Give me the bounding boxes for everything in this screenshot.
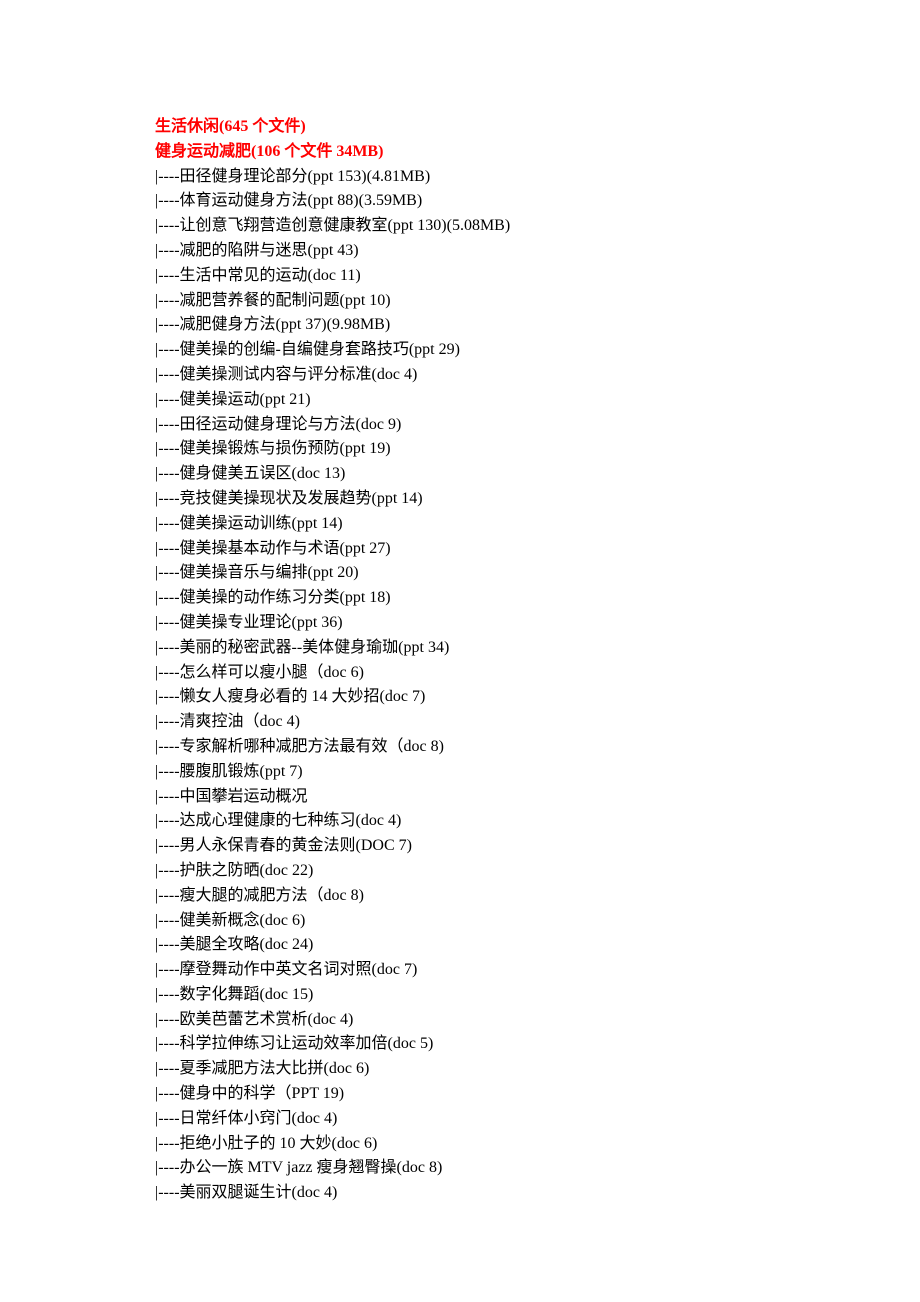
subcategory-heading: 健身运动减肥(106 个文件 34MB) (155, 140, 920, 165)
file-list-item: |----健美操的动作练习分类(ppt 18) (155, 586, 920, 611)
file-list-item: |----瘦大腿的减肥方法（doc 8) (155, 884, 920, 909)
file-list-item: |----美腿全攻略(doc 24) (155, 933, 920, 958)
file-list-item: |----腰腹肌锻炼(ppt 7) (155, 760, 920, 785)
file-list-item: |----男人永保青春的黄金法则(DOC 7) (155, 834, 920, 859)
file-list: |----田径健身理论部分(ppt 153)(4.81MB)|----体育运动健… (155, 165, 920, 1206)
file-list-item: |----健美新概念(doc 6) (155, 909, 920, 934)
file-list-item: |----摩登舞动作中英文名词对照(doc 7) (155, 958, 920, 983)
document-page: 生活休闲(645 个文件) 健身运动减肥(106 个文件 34MB) |----… (0, 0, 920, 1302)
file-list-item: |----日常纤体小窍门(doc 4) (155, 1107, 920, 1132)
file-list-item: |----数字化舞蹈(doc 15) (155, 983, 920, 1008)
file-list-item: |----健身中的科学（PPT 19) (155, 1082, 920, 1107)
file-list-item: |----让创意飞翔营造创意健康教室(ppt 130)(5.08MB) (155, 214, 920, 239)
file-list-item: |----清爽控油（doc 4) (155, 710, 920, 735)
file-list-item: |----科学拉伸练习让运动效率加倍(doc 5) (155, 1032, 920, 1057)
file-list-item: |----健美操的创编-自编健身套路技巧(ppt 29) (155, 338, 920, 363)
file-list-item: |----体育运动健身方法(ppt 88)(3.59MB) (155, 189, 920, 214)
file-list-item: |----怎么样可以瘦小腿（doc 6) (155, 661, 920, 686)
file-list-item: |----美丽双腿诞生计(doc 4) (155, 1181, 920, 1206)
file-list-item: |----健美操基本动作与术语(ppt 27) (155, 537, 920, 562)
file-list-item: |----健美操音乐与编排(ppt 20) (155, 561, 920, 586)
file-list-item: |----健身健美五误区(doc 13) (155, 462, 920, 487)
file-list-item: |----健美操运动(ppt 21) (155, 388, 920, 413)
file-list-item: |----生活中常见的运动(doc 11) (155, 264, 920, 289)
file-list-item: |----竞技健美操现状及发展趋势(ppt 14) (155, 487, 920, 512)
file-list-item: |----护肤之防晒(doc 22) (155, 859, 920, 884)
file-list-item: |----减肥营养餐的配制问题(ppt 10) (155, 289, 920, 314)
file-list-item: |----达成心理健康的七种练习(doc 4) (155, 809, 920, 834)
file-list-item: |----美丽的秘密武器--美体健身瑜珈(ppt 34) (155, 636, 920, 661)
file-list-item: |----欧美芭蕾艺术赏析(doc 4) (155, 1008, 920, 1033)
file-list-item: |----减肥的陷阱与迷思(ppt 43) (155, 239, 920, 264)
file-list-item: |----夏季减肥方法大比拼(doc 6) (155, 1057, 920, 1082)
file-list-item: |----中国攀岩运动概况 (155, 785, 920, 810)
file-list-item: |----田径健身理论部分(ppt 153)(4.81MB) (155, 165, 920, 190)
file-list-item: |----拒绝小肚子的 10 大妙(doc 6) (155, 1132, 920, 1157)
file-list-item: |----健美操测试内容与评分标准(doc 4) (155, 363, 920, 388)
file-list-item: |----办公一族 MTV jazz 瘦身翘臀操(doc 8) (155, 1156, 920, 1181)
file-list-item: |----专家解析哪种减肥方法最有效（doc 8) (155, 735, 920, 760)
file-list-item: |----健美操专业理论(ppt 36) (155, 611, 920, 636)
file-list-item: |----田径运动健身理论与方法(doc 9) (155, 413, 920, 438)
file-list-item: |----健美操锻炼与损伤预防(ppt 19) (155, 437, 920, 462)
file-list-item: |----健美操运动训练(ppt 14) (155, 512, 920, 537)
file-list-item: |----减肥健身方法(ppt 37)(9.98MB) (155, 313, 920, 338)
file-list-item: |----懒女人瘦身必看的 14 大妙招(doc 7) (155, 685, 920, 710)
category-heading: 生活休闲(645 个文件) (155, 115, 920, 140)
